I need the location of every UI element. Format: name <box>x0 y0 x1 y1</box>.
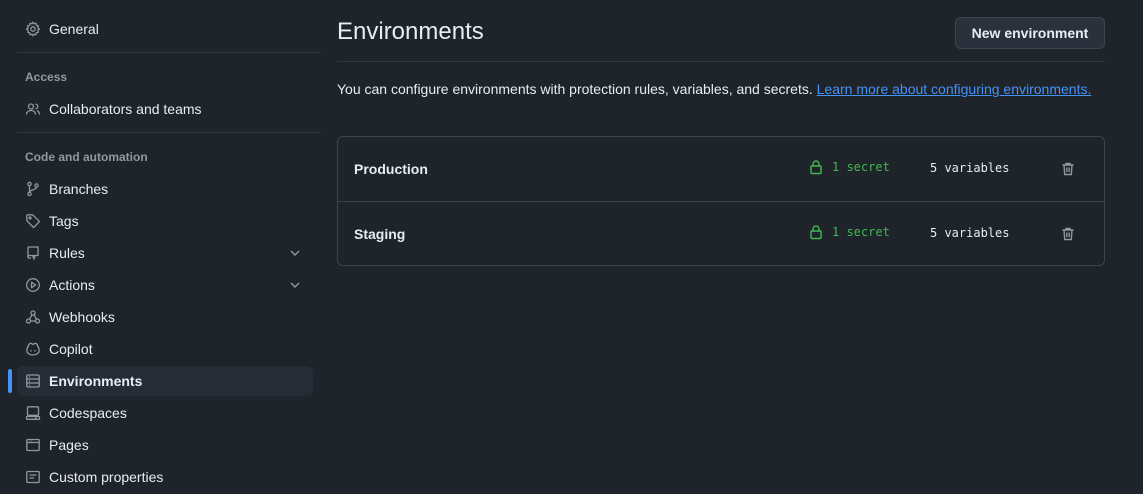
sidebar-item-codespaces[interactable]: Codespaces <box>17 398 313 428</box>
sidebar-divider <box>17 52 321 53</box>
sidebar-divider <box>17 132 321 133</box>
browser-icon <box>25 437 41 453</box>
section-heading-code-automation: Code and automation <box>25 150 148 164</box>
sidebar-item-general[interactable]: General <box>17 14 313 44</box>
sidebar-item-label: Rules <box>49 245 85 261</box>
gear-icon <box>25 21 41 37</box>
environment-row-staging: Staging 1 secret 5 variables <box>338 201 1104 265</box>
git-branch-icon <box>25 181 41 197</box>
environment-row-production: Production 1 secret 5 variables <box>338 137 1104 201</box>
secrets-count: 1 secret <box>808 159 890 175</box>
copilot-icon <box>25 341 41 357</box>
sidebar-item-collaborators[interactable]: Collaborators and teams <box>17 94 313 124</box>
environments-list: Production 1 secret 5 variables Staging <box>337 136 1105 266</box>
sidebar-item-webhooks[interactable]: Webhooks <box>17 302 313 332</box>
note-icon <box>25 469 41 485</box>
page-title: Environments <box>337 18 484 45</box>
sidebar-item-label: Branches <box>49 181 109 197</box>
sidebar-item-label: Pages <box>49 437 89 453</box>
chevron-down-icon[interactable] <box>287 277 303 293</box>
secrets-count-text: 1 secret <box>832 225 890 239</box>
secrets-count: 1 secret <box>808 224 890 240</box>
chevron-down-icon[interactable] <box>287 245 303 261</box>
trash-icon[interactable] <box>1056 224 1080 244</box>
settings-sidebar: General Access Collaborators and teams C… <box>0 0 322 494</box>
environment-name-link[interactable]: Production <box>354 161 428 177</box>
tag-icon <box>25 213 41 229</box>
environment-name-link[interactable]: Staging <box>354 226 405 242</box>
environments-description: You can configure environments with prot… <box>337 79 1105 100</box>
sidebar-item-tags[interactable]: Tags <box>17 206 313 236</box>
webhook-icon <box>25 309 41 325</box>
server-icon <box>25 373 41 389</box>
lock-icon <box>810 225 822 240</box>
trash-icon[interactable] <box>1056 159 1080 179</box>
description-text: You can configure environments with prot… <box>337 81 813 97</box>
sidebar-item-label: Actions <box>49 277 95 293</box>
active-indicator <box>8 369 12 393</box>
sidebar-item-label: Environments <box>49 373 143 389</box>
variables-count: 5 variables <box>930 226 1010 240</box>
lock-icon <box>810 160 822 175</box>
learn-more-link[interactable]: Learn more about configuring environment… <box>817 81 1092 97</box>
sidebar-item-label: General <box>49 21 99 37</box>
sidebar-item-custom-properties[interactable]: Custom properties <box>17 462 313 492</box>
sidebar-item-label: Tags <box>49 213 79 229</box>
settings-page: General Access Collaborators and teams C… <box>0 0 1143 494</box>
sidebar-item-environments[interactable]: Environments <box>17 366 313 396</box>
repo-push-icon <box>25 245 41 261</box>
sidebar-item-label: Codespaces <box>49 405 127 421</box>
sidebar-item-label: Custom properties <box>49 469 164 485</box>
new-environment-button[interactable]: New environment <box>955 17 1105 49</box>
people-icon <box>25 101 41 117</box>
sidebar-item-label: Copilot <box>49 341 93 357</box>
sidebar-item-copilot[interactable]: Copilot <box>17 334 313 364</box>
sidebar-item-branches[interactable]: Branches <box>17 174 313 204</box>
play-icon <box>25 277 41 293</box>
secrets-count-text: 1 secret <box>832 160 890 174</box>
sidebar-item-pages[interactable]: Pages <box>17 430 313 460</box>
sidebar-item-label: Webhooks <box>49 309 115 325</box>
sidebar-item-label: Collaborators and teams <box>49 101 202 117</box>
header-divider <box>337 61 1105 62</box>
section-heading-access: Access <box>25 70 68 84</box>
sidebar-item-actions[interactable]: Actions <box>17 270 313 300</box>
sidebar-item-rules[interactable]: Rules <box>17 238 313 268</box>
codespaces-icon <box>25 405 41 421</box>
variables-count: 5 variables <box>930 161 1010 175</box>
